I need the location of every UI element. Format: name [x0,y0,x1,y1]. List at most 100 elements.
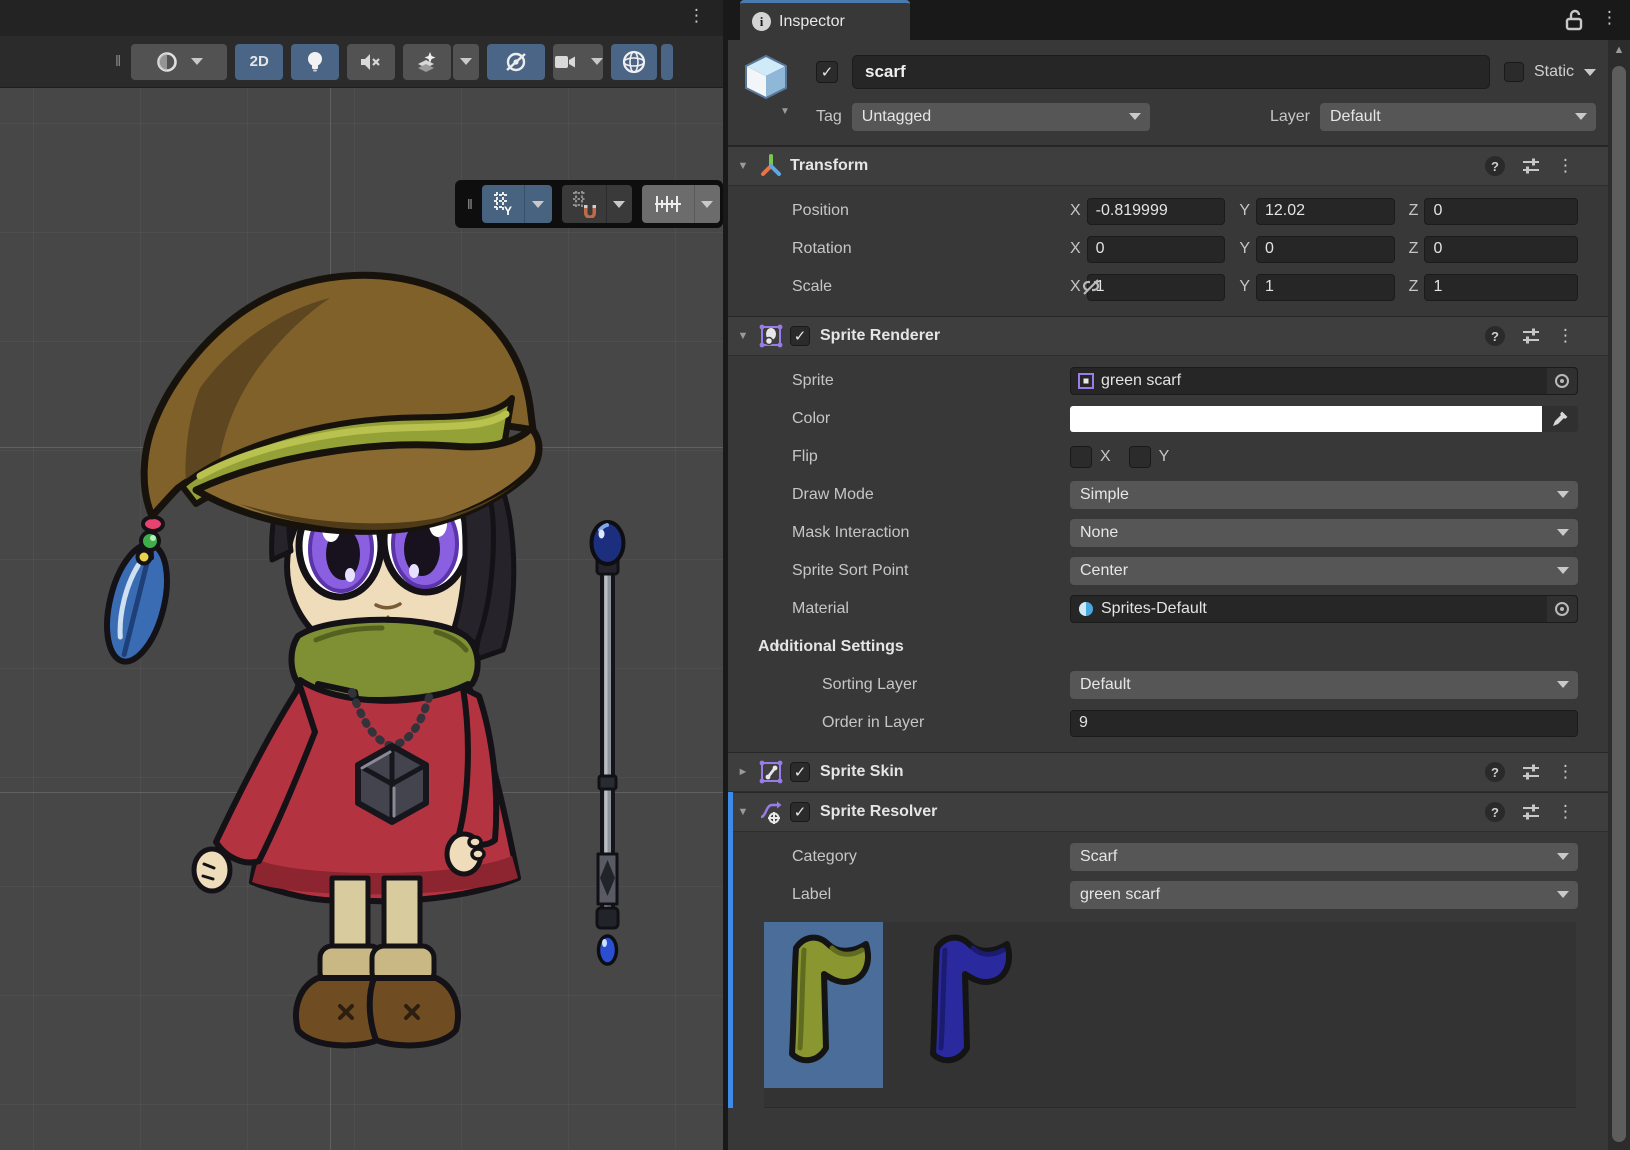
gizmos-dropdown-button[interactable] [661,44,673,80]
presets-icon[interactable] [1521,327,1541,345]
order-in-layer-row: Order in Layer 9 [728,704,1608,742]
inspector-scrollbar[interactable]: ▲ [1608,40,1630,1150]
mask-interaction-dropdown[interactable]: None [1070,519,1578,547]
presets-icon[interactable] [1521,157,1541,175]
help-icon[interactable]: ? [1485,762,1505,782]
layer-dropdown[interactable]: Default [1320,103,1596,131]
snap-increment-button[interactable] [642,185,694,223]
sorting-layer-dropdown[interactable]: Default [1070,671,1578,699]
sprite-renderer-enabled-checkbox[interactable]: ✓ [790,326,810,346]
gizmos-toggle[interactable] [611,44,657,80]
transform-header[interactable]: ▼ Transform ? [728,146,1608,186]
sprite-resolver-kebab-icon[interactable]: ⋮ [1557,802,1574,822]
inspector-panel: i Inspector ⋮ ▲ ▼ [728,0,1630,1150]
additional-settings-row[interactable]: ▼ Additional Settings [728,628,1608,666]
sprite-skin-header[interactable]: ► ✓ Sprite Skin ? [728,752,1608,792]
grid-visibility-button[interactable]: Y [482,185,524,223]
static-label: Static [1534,63,1574,81]
order-in-layer-field[interactable]: 9 [1070,710,1578,737]
blue-scarf-thumbnail[interactable] [905,922,1024,1088]
grid-visibility-dropdown[interactable] [524,185,552,223]
flip-x-checkbox[interactable] [1070,446,1092,468]
tag-dropdown[interactable]: Untagged [852,103,1150,131]
sprite-renderer-header[interactable]: ▼ ✓ Sprite Renderer ? [728,316,1608,356]
active-checkbox[interactable]: ✓ [816,61,838,83]
rotation-x-field[interactable]: 0 [1087,236,1226,263]
effects-dropdown-button[interactable] [453,44,479,80]
grid-snapping-dropdown[interactable] [606,185,632,223]
rotation-y-field[interactable]: 0 [1256,236,1395,263]
sprite-skin-kebab-icon[interactable]: ⋮ [1557,762,1574,782]
material-object-field[interactable]: Sprites-Default [1070,595,1578,623]
broken-link-icon[interactable] [1080,278,1102,296]
sprite-skin-foldout[interactable]: ► [728,766,758,778]
staff-sprite[interactable] [592,522,624,964]
help-icon[interactable]: ? [1485,802,1505,822]
snap-increment-dropdown[interactable] [694,185,720,223]
position-z-field[interactable]: 0 [1424,198,1578,225]
label-dropdown[interactable]: green scarf [1070,881,1578,909]
audio-mute-toggle[interactable] [347,44,395,80]
rotation-z-field[interactable]: 0 [1424,236,1578,263]
scroll-up-arrow[interactable]: ▲ [1608,44,1630,56]
hidden-objects-toggle[interactable] [487,44,545,80]
inspector-menu-kebab-icon[interactable]: ⋮ [1601,8,1618,28]
green-scarf-thumbnail[interactable] [764,922,883,1088]
scene-top-strip: ⋮ [0,0,723,36]
sprite-resolver-enabled-checkbox[interactable]: ✓ [790,802,810,822]
scene-lighting-toggle[interactable] [291,44,339,80]
help-icon[interactable]: ? [1485,326,1505,346]
position-label: Position [792,202,1070,220]
transform-kebab-icon[interactable]: ⋮ [1557,156,1574,176]
scale-x-field[interactable]: 1 [1087,274,1226,301]
toolbar-drag-handle[interactable]: ‖ [115,53,121,70]
presets-icon[interactable] [1521,763,1541,781]
sprite-renderer-foldout[interactable]: ▼ [728,330,758,342]
dropdown-arrow-icon [1129,113,1141,120]
dropdown-arrow-icon [1557,891,1569,898]
sprite-skin-enabled-checkbox[interactable]: ✓ [790,762,810,782]
scene-camera-button[interactable] [553,44,603,80]
flip-y-checkbox[interactable] [1129,446,1151,468]
transform-foldout[interactable]: ▼ [728,160,758,172]
material-object-picker[interactable] [1547,596,1577,622]
shading-mode-button[interactable] [131,44,227,80]
color-swatch[interactable] [1070,406,1542,432]
static-dropdown-arrow[interactable] [1584,69,1596,76]
sprite-renderer-kebab-icon[interactable]: ⋮ [1557,326,1574,346]
gameobject-name-field[interactable]: scarf [852,55,1490,89]
draw-mode-dropdown[interactable]: Simple [1070,481,1578,509]
static-checkbox[interactable] [1504,62,1524,82]
character-sprite[interactable] [96,275,539,1045]
position-x-field[interactable]: -0.819999 [1087,198,1226,225]
position-y-field[interactable]: 12.02 [1256,198,1395,225]
2d-mode-toggle[interactable]: 2D [235,44,283,80]
unlock-icon[interactable] [1564,9,1584,31]
sprite-resolver-header[interactable]: ▼ ✓ Sprite Resolver ? [728,792,1608,832]
sprite-object-picker[interactable] [1547,368,1577,394]
effects-toggle[interactable] [403,44,451,80]
transform-title: Transform [790,157,868,175]
scale-z-field[interactable]: 1 [1424,274,1578,301]
category-dropdown[interactable]: Scarf [1070,843,1578,871]
overlay-drag-handle[interactable]: ‖ [467,196,473,212]
sorting-layer-row: Sorting Layer Default [728,666,1608,704]
help-icon[interactable]: ? [1485,156,1505,176]
tab-inspector[interactable]: i Inspector [740,0,910,40]
sprite-object-field[interactable]: green scarf [1070,367,1578,395]
scene-view-panel: ⋮ ‖ 2D [0,0,723,1150]
gameobject-icon-foldout[interactable]: ▼ [780,106,790,117]
scale-row: Scale X1 Y1 Z1 [728,268,1608,306]
scene-menu-kebab-icon[interactable]: ⋮ [688,6,705,26]
rotation-row: Rotation X0 Y0 Z0 [728,230,1608,268]
scrollbar-thumb[interactable] [1612,66,1626,1142]
sprite-sort-point-dropdown[interactable]: Center [1070,557,1578,585]
eyedropper-button[interactable] [1542,406,1578,432]
gameobject-cube-icon[interactable] [742,52,790,102]
presets-icon[interactable] [1521,803,1541,821]
draw-mode-label: Draw Mode [792,486,1070,504]
shaded-sphere-icon [156,51,178,73]
scene-viewport[interactable]: ‖ Y [0,88,723,1150]
grid-snapping-button[interactable] [562,185,606,223]
scale-y-field[interactable]: 1 [1256,274,1395,301]
